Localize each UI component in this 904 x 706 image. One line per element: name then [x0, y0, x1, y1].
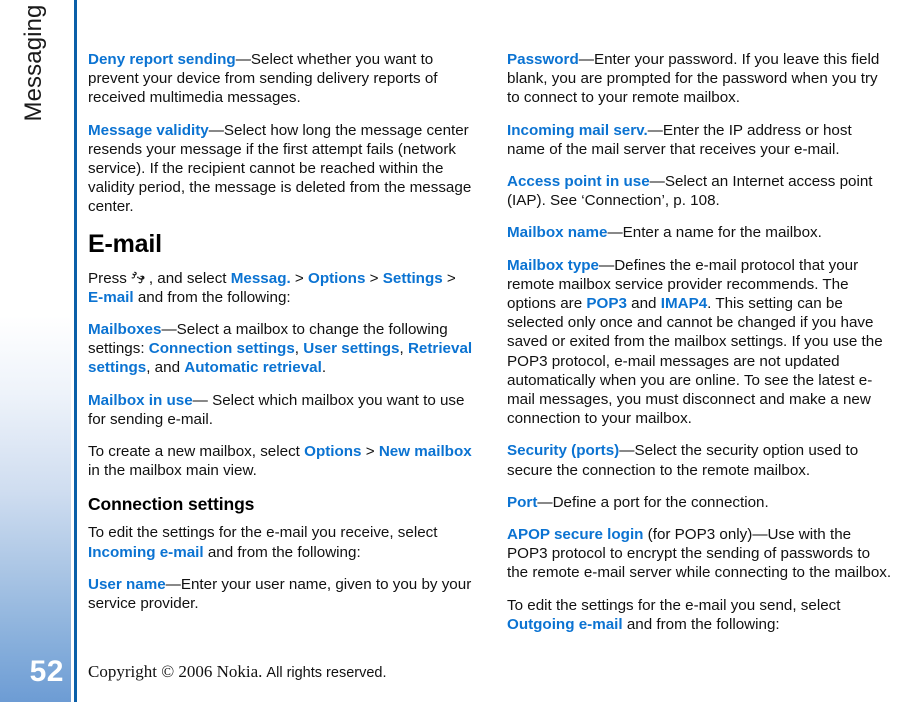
term-password: Password — [507, 51, 579, 68]
manual-page: Messaging 52 Deny report sending—Select … — [0, 0, 904, 706]
term-mailbox-in-use: Mailbox in use — [88, 391, 193, 409]
menu-path-messaging: Messag. — [230, 269, 291, 287]
paragraph-port: Port—Define a port for the connection. — [507, 493, 893, 512]
page-number: 52 — [29, 655, 64, 688]
term-mailbox-name: Mailbox name — [507, 224, 608, 242]
body-port: —Define a port for the connection. — [537, 493, 769, 511]
term-port: Port — [507, 493, 538, 511]
rights-reserved-text: All rights reserved. — [266, 665, 387, 681]
create-mailbox-tail: in the mailbox main view. — [88, 462, 257, 480]
paragraph-edit-incoming: To edit the settings for the e-mail you … — [88, 523, 474, 561]
body-mailbox-name: —Enter a name for the mailbox. — [607, 224, 822, 242]
paragraph-apop-secure-login: APOP secure login (for POP3 only)—Use wi… — [507, 525, 893, 583]
term-mailbox-type: Mailbox type — [507, 256, 599, 274]
paragraph-mailbox-name: Mailbox name—Enter a name for the mailbo… — [507, 223, 893, 242]
press-after-icon: , and select — [148, 269, 227, 287]
term-security-ports: Security (ports) — [507, 442, 620, 460]
edit-incoming-tail: and from the following: — [207, 543, 361, 561]
vertical-rule — [74, 0, 77, 702]
menu-path-separator-2: > — [369, 269, 379, 287]
menu-path-options: Options — [308, 269, 366, 287]
paragraph-mailbox-in-use: Mailbox in use— Select which mailbox you… — [88, 391, 474, 429]
body-mailbox-type-2: . This setting can be selected only once… — [507, 295, 883, 428]
footer-copyright: Copyright © 2006 Nokia. All rights reserv… — [88, 662, 387, 682]
paragraph-create-new-mailbox: To create a new mailbox, select Options … — [88, 442, 474, 480]
term-incoming-email: Incoming e-mail — [88, 543, 204, 561]
chapter-sidebar: Messaging 52 — [0, 0, 71, 702]
menu-path-separator-1: > — [294, 269, 304, 287]
paragraph-security-ports: Security (ports)—Select the security opt… — [507, 441, 893, 479]
press-prefix: Press — [88, 269, 127, 287]
menu-path-separator-3: > — [446, 269, 456, 287]
menu-path-settings: Settings — [382, 269, 443, 287]
term-message-validity: Message validity — [88, 121, 209, 139]
mailboxes-comma-2: , — [399, 340, 404, 358]
create-mailbox-prefix: To create a new mailbox, select — [88, 443, 300, 461]
paragraph-access-point-in-use: Access point in use—Select an Internet a… — [507, 172, 893, 210]
press-tail: and from the following: — [137, 288, 291, 306]
mailboxes-comma-3: , and — [146, 359, 181, 377]
menu-path-new-mailbox: New mailbox — [378, 443, 472, 461]
term-deny-report-sending: Deny report sending — [88, 51, 236, 68]
content-columns: Deny report sending—Select whether you w… — [88, 50, 894, 634]
paragraph-mailboxes: Mailboxes—Select a mailbox to change the… — [88, 320, 474, 378]
mailbox-type-conjunction: and — [631, 295, 657, 313]
subheading-connection-settings: Connection settings — [88, 494, 255, 515]
option-connection-settings: Connection settings — [148, 340, 295, 358]
nokia-menu-key-icon — [131, 270, 146, 285]
paragraph-deny-report-sending: Deny report sending—Select whether you w… — [88, 50, 474, 108]
term-access-point-in-use: Access point in use — [507, 173, 650, 191]
edit-incoming-prefix: To edit the settings for the e-mail you … — [88, 524, 438, 542]
menu-path-separator-4: > — [365, 443, 375, 461]
copyright-text: Copyright © 2006 Nokia. — [88, 662, 263, 681]
edit-outgoing-prefix: To edit the settings for the e-mail you … — [507, 596, 841, 614]
term-outgoing-email: Outgoing e-mail — [507, 615, 623, 633]
paragraph-incoming-mail-server: Incoming mail serv.—Enter the IP address… — [507, 121, 893, 159]
menu-path-email: E-mail — [88, 288, 134, 306]
term-mailboxes: Mailboxes — [88, 321, 162, 339]
column-left: Deny report sending—Select whether you w… — [88, 50, 474, 634]
option-automatic-retrieval: Automatic retrieval — [184, 359, 322, 377]
paragraph-press-menu-path: Press , and select Messag. > Options > Se… — [88, 269, 474, 307]
term-user-name: User name — [88, 575, 166, 593]
term-incoming-mail-serv: Incoming mail serv. — [507, 121, 648, 139]
paragraph-message-validity: Message validity—Select how long the mes… — [88, 121, 474, 217]
paragraph-password: Password—Enter your password. If you lea… — [507, 50, 893, 108]
heading-email: E-mail — [88, 229, 162, 258]
edit-outgoing-tail: and from the following: — [626, 615, 780, 633]
menu-path-options-2: Options — [304, 443, 362, 461]
option-imap4: IMAP4 — [660, 295, 708, 313]
term-apop-secure-login: APOP secure login — [507, 526, 644, 544]
paragraph-mailbox-type: Mailbox type—Defines the e-mail protocol… — [507, 256, 893, 429]
paragraph-edit-outgoing: To edit the settings for the e-mail you … — [507, 596, 893, 634]
mailboxes-period: . — [321, 359, 327, 377]
option-pop3: POP3 — [586, 295, 627, 313]
paragraph-user-name: User name—Enter your user name, given to… — [88, 575, 474, 613]
chapter-tab-label: Messaging — [20, 4, 47, 122]
column-right: Password—Enter your password. If you lea… — [507, 50, 893, 634]
mailboxes-comma-1: , — [294, 340, 300, 358]
option-user-settings: User settings — [303, 340, 400, 358]
